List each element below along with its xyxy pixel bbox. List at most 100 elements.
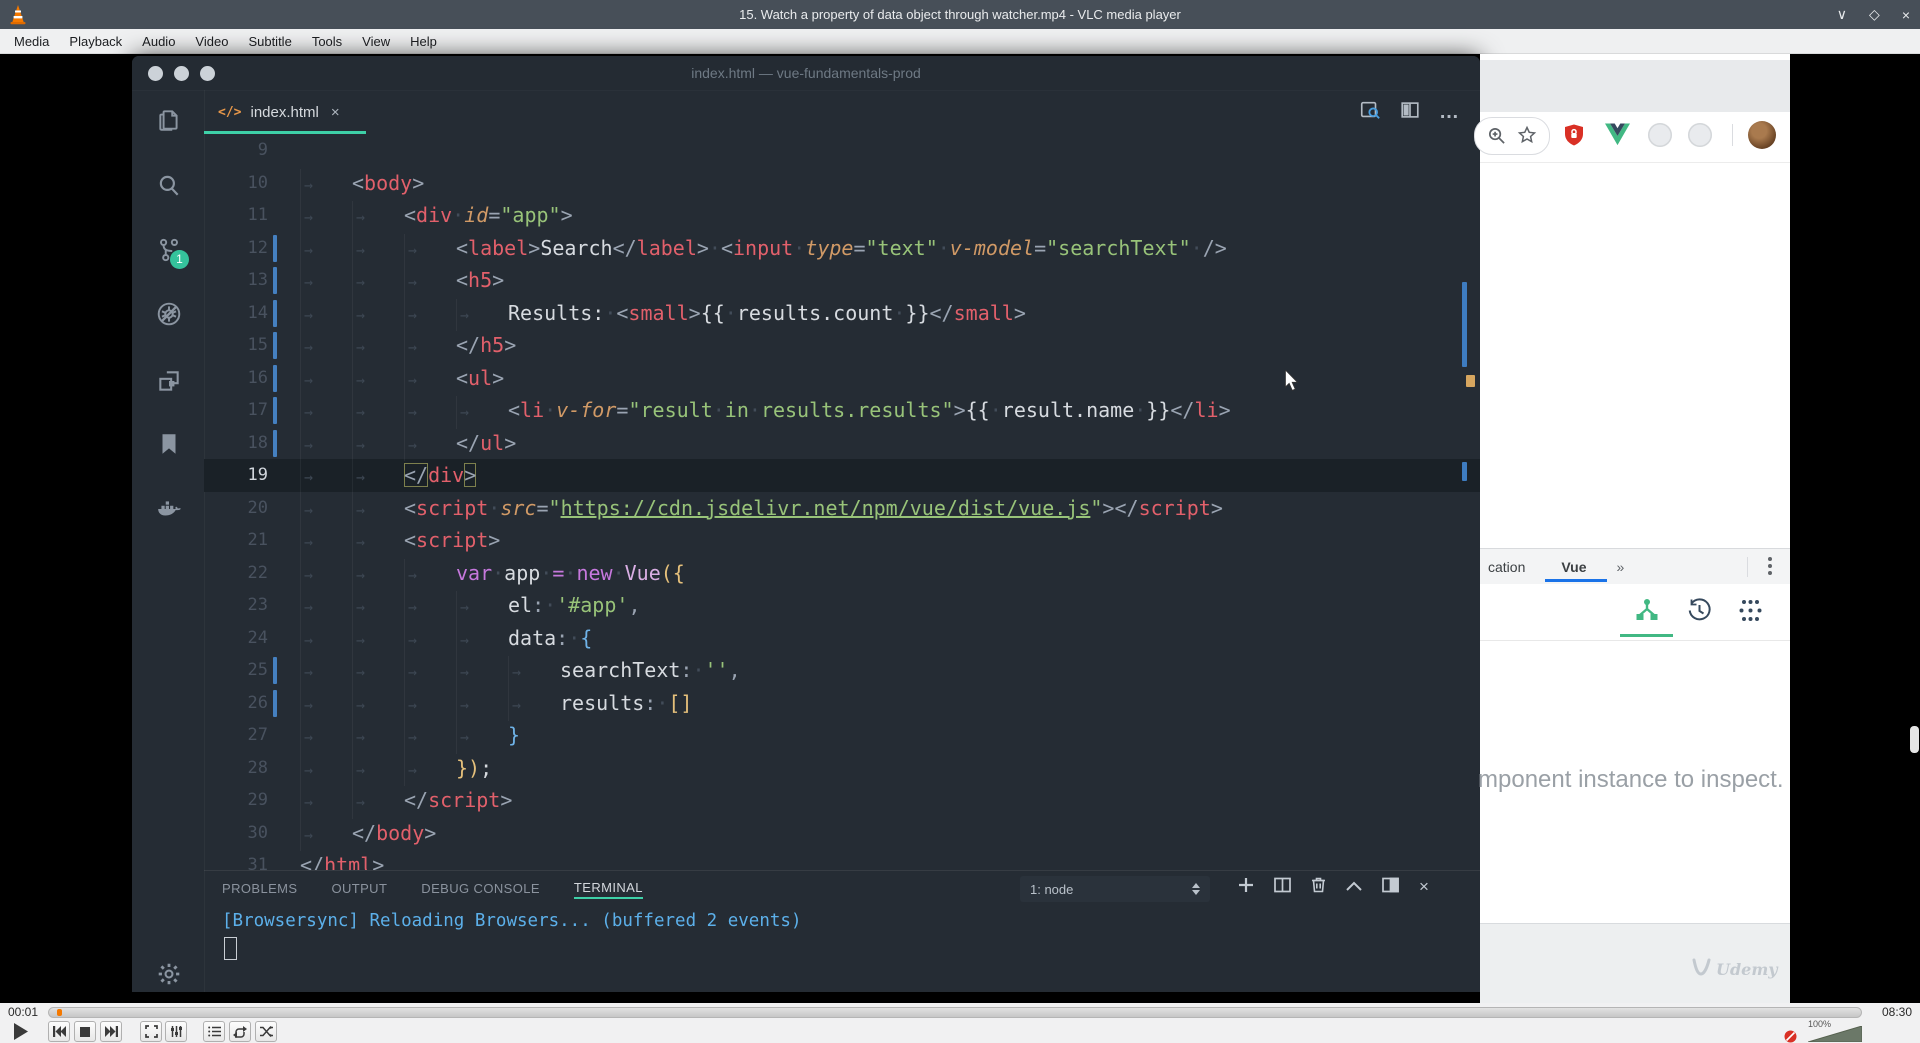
previous-button[interactable] xyxy=(48,1021,70,1042)
loop-button[interactable] xyxy=(229,1021,251,1042)
extensions-icon[interactable] xyxy=(156,368,182,394)
menu-view[interactable]: View xyxy=(356,34,404,49)
split-terminal-icon[interactable] xyxy=(1274,877,1291,898)
open-preview-icon[interactable] xyxy=(1359,99,1381,126)
move-panel-icon[interactable] xyxy=(1382,877,1399,898)
components-tree-icon[interactable] xyxy=(1634,597,1660,628)
menu-video[interactable]: Video xyxy=(189,34,242,49)
terminal-output[interactable]: [Browsersync] Reloading Browsers... (buf… xyxy=(222,911,801,931)
tab-close-icon[interactable]: × xyxy=(331,104,340,121)
vlc-titlebar[interactable]: 15. Watch a property of data object thro… xyxy=(0,0,1920,29)
menu-playback[interactable]: Playback xyxy=(63,34,136,49)
scm-badge: 1 xyxy=(170,250,189,269)
source-control-icon[interactable]: 1 xyxy=(156,237,189,269)
bottom-panel: PROBLEMS OUTPUT DEBUG CONSOLE TERMINAL 1: n… xyxy=(204,870,1480,969)
seek-position-marker[interactable] xyxy=(57,1009,62,1016)
code-line-29[interactable]: 29 → → </script> xyxy=(204,784,1480,819)
code-line-13[interactable]: 13 → → → <h5> xyxy=(204,264,1480,299)
profile-avatar[interactable] xyxy=(1748,121,1776,149)
code-line-28[interactable]: 28 → → →}); xyxy=(204,752,1480,786)
close-button[interactable]: × xyxy=(1902,7,1910,23)
code-line-22[interactable]: 22 → → → var·app·=·new·Vue({ xyxy=(204,557,1480,591)
search-icon[interactable] xyxy=(156,172,182,198)
code-line-23[interactable]: 23 → → → → el:·'#app', xyxy=(204,589,1480,624)
zoom-icon[interactable] xyxy=(1487,126,1506,145)
restore-button[interactable]: ◇ xyxy=(1869,6,1880,23)
menu-audio[interactable]: Audio xyxy=(136,34,189,49)
playlist-button[interactable] xyxy=(203,1021,225,1042)
extension-icon[interactable] xyxy=(1688,123,1712,147)
mute-indicator-icon[interactable] xyxy=(1784,1030,1797,1043)
dots-grid-icon[interactable] xyxy=(1738,598,1763,628)
devtools-tab-application[interactable]: cation xyxy=(1488,559,1525,575)
play-button[interactable] xyxy=(8,1019,32,1043)
stop-button[interactable] xyxy=(74,1021,96,1042)
panel-tab-debug-console[interactable]: DEBUG CONSOLE xyxy=(421,881,540,898)
more-actions-icon[interactable]: … xyxy=(1439,101,1460,124)
devtools-menu-icon[interactable] xyxy=(1768,557,1772,575)
scrollbar-fragment xyxy=(1910,726,1919,753)
next-button[interactable] xyxy=(100,1021,122,1042)
docker-icon[interactable] xyxy=(156,496,182,522)
vscode-window-title: index.html — vue-fundamentals-prod xyxy=(691,65,921,81)
minimize-button[interactable]: ∨ xyxy=(1837,6,1847,23)
maximize-panel-icon[interactable] xyxy=(1346,878,1362,896)
code-line-17[interactable]: 17 → → → → <li·v-for="result·in·results.resul… xyxy=(204,394,1480,429)
split-editor-icon[interactable] xyxy=(1399,99,1421,126)
overview-ruler-change xyxy=(1462,462,1467,481)
bookmark-star-icon[interactable] xyxy=(1517,125,1537,145)
new-terminal-icon[interactable] xyxy=(1238,877,1254,898)
close-panel-icon[interactable]: × xyxy=(1419,877,1429,897)
history-clock-icon[interactable] xyxy=(1686,597,1713,629)
devtools-more-tabs-icon[interactable]: » xyxy=(1617,559,1625,575)
fullscreen-button[interactable] xyxy=(140,1021,162,1042)
panel-tab-output[interactable]: OUTPUT xyxy=(331,881,387,898)
html-file-icon: </> xyxy=(218,104,242,120)
adblock-shield-icon[interactable] xyxy=(1562,123,1586,147)
explorer-icon[interactable] xyxy=(156,107,182,133)
menu-help[interactable]: Help xyxy=(404,34,451,49)
menu-subtitle[interactable]: Subtitle xyxy=(242,34,305,49)
settings-gear-icon[interactable] xyxy=(156,961,182,987)
time-elapsed: 00:01 xyxy=(8,1005,39,1019)
tab-index-html[interactable]: </> index.html × xyxy=(204,90,364,134)
code-line-30[interactable]: 30 → </body> xyxy=(204,817,1480,851)
code-line-19[interactable]: 19 → → </div> xyxy=(204,459,1480,494)
terminal-select[interactable]: 1: node xyxy=(1020,876,1210,902)
code-line-27[interactable]: 27 → → → →} xyxy=(204,719,1480,754)
code-line-15[interactable]: 15 → → → </h5> xyxy=(204,329,1480,364)
code-line-20[interactable]: 20 → → <script·src="https://cdn.jsdelivr.ne… xyxy=(204,492,1480,526)
menu-tools[interactable]: Tools xyxy=(306,34,356,49)
vscode-titlebar[interactable]: index.html — vue-fundamentals-prod xyxy=(132,56,1480,91)
menu-media[interactable]: Media xyxy=(8,34,63,49)
code-line-26[interactable]: 26 → → → → → results:·[] xyxy=(204,687,1480,721)
editor-column: </> index.html × … 9 10 → <body> 11 → → <div·id… xyxy=(160,90,1480,1022)
code-line-21[interactable]: 21 → → <script> xyxy=(204,524,1480,559)
active-devtool-underline xyxy=(1620,634,1673,637)
code-line-9[interactable]: 9 xyxy=(204,134,1480,167)
bookmarks-icon[interactable] xyxy=(156,431,182,457)
code-line-24[interactable]: 24 → → → → data:·{ xyxy=(204,622,1480,656)
extension-icon[interactable] xyxy=(1648,123,1672,147)
code-line-11[interactable]: 11 → → <div·id="app"> xyxy=(204,199,1480,234)
code-line-31[interactable]: 31 </html> xyxy=(204,849,1480,870)
letterbox-right xyxy=(1790,54,1920,1003)
code-line-12[interactable]: 12 → → → <label>Search</label>·<input·type="… xyxy=(204,232,1480,266)
kill-terminal-icon[interactable] xyxy=(1311,876,1326,898)
vue-devtools-extension-icon[interactable] xyxy=(1605,123,1630,147)
devtools-tab-vue[interactable]: Vue xyxy=(1561,559,1586,575)
address-bar[interactable] xyxy=(1474,117,1550,155)
debug-icon[interactable] xyxy=(156,301,182,327)
code-line-10[interactable]: 10 → <body> xyxy=(204,167,1480,201)
extended-settings-button[interactable] xyxy=(165,1021,187,1042)
video-area[interactable]: index.html — vue-fundamentals-prod 1 </>… xyxy=(0,54,1920,1022)
panel-tab-problems[interactable]: PROBLEMS xyxy=(222,881,297,898)
seek-bar[interactable] xyxy=(48,1007,1862,1018)
screen: 15. Watch a property of data object thro… xyxy=(0,0,1920,1043)
code-line-18[interactable]: 18 → → → </ul> xyxy=(204,427,1480,461)
random-button[interactable] xyxy=(255,1021,277,1042)
code-line-14[interactable]: 14 → → → → Results:·<small>{{·results.count·}… xyxy=(204,297,1480,331)
code-line-25[interactable]: 25 → → → → → searchText:·'', xyxy=(204,654,1480,689)
panel-tab-terminal[interactable]: TERMINAL xyxy=(573,880,643,899)
code-editor[interactable]: 9 10 → <body> 11 → → <div·id="app"> 12 → → → <label>… xyxy=(204,134,1480,870)
